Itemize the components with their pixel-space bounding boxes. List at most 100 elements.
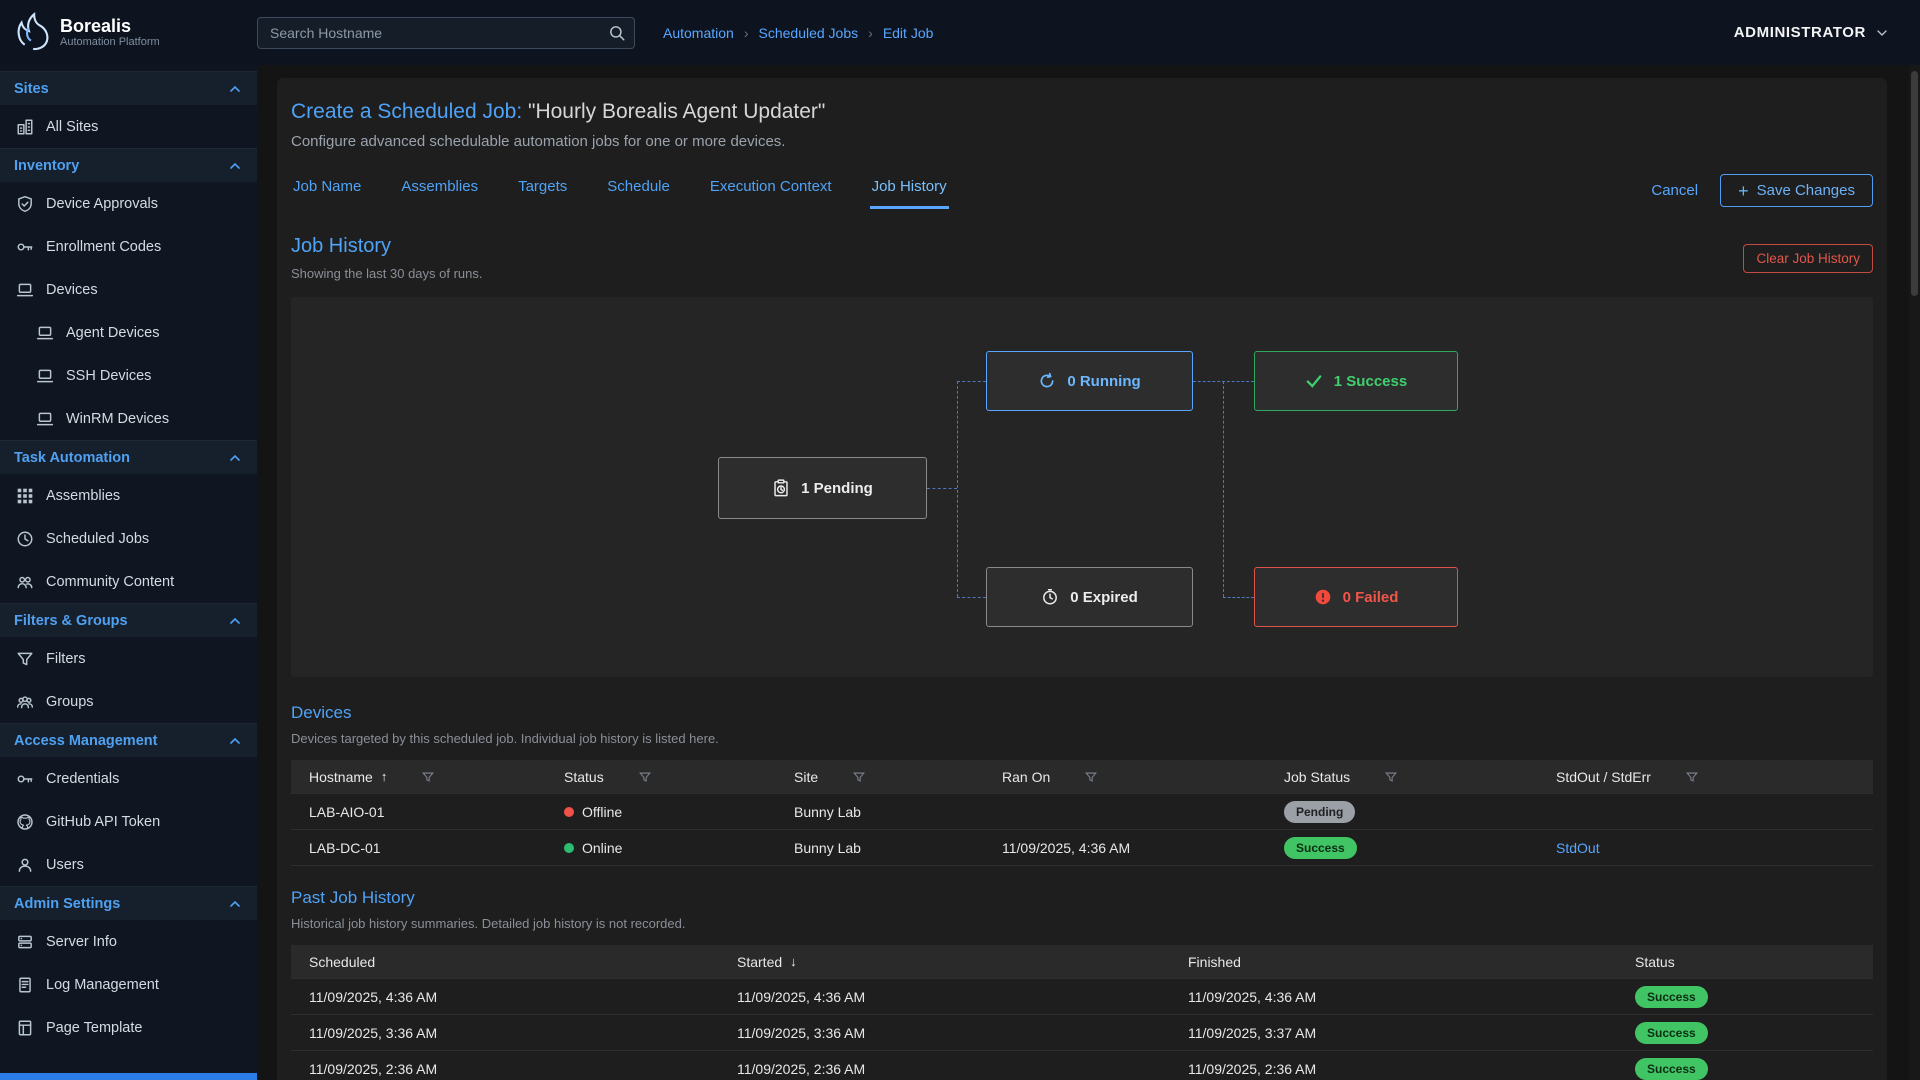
chevron-up-icon	[227, 81, 243, 97]
top-bar: Borealis Automation Platform Automation …	[0, 0, 1920, 65]
breadcrumb-scheduled-jobs[interactable]: Scheduled Jobs	[759, 25, 859, 41]
search-icon[interactable]	[608, 24, 626, 47]
failed-node-label: 0 Failed	[1343, 589, 1399, 606]
status-cell: Success	[1635, 986, 1873, 1008]
sidebar-section-filters-groups[interactable]: Filters & Groups	[0, 603, 257, 637]
page-scrollbar[interactable]	[1909, 65, 1920, 1080]
sidebar-section-task-automation[interactable]: Task Automation	[0, 440, 257, 474]
sidebar-item-label: GitHub API Token	[46, 814, 160, 830]
sidebar-item-users[interactable]: Users	[0, 843, 257, 886]
brand: Borealis Automation Platform	[0, 9, 257, 56]
sidebar-item-github-api-token[interactable]: GitHub API Token	[0, 800, 257, 843]
filter-icon[interactable]	[852, 770, 866, 784]
scheduled-cell: 11/09/2025, 4:36 AM	[291, 989, 737, 1005]
sidebar-item-filters[interactable]: Filters	[0, 637, 257, 680]
expired-node[interactable]: 0 Expired	[986, 567, 1193, 627]
failed-node[interactable]: 0 Failed	[1254, 567, 1458, 627]
sidebar-item-community-content[interactable]: Community Content	[0, 560, 257, 603]
connector	[957, 597, 986, 598]
sidebar-section-inventory[interactable]: Inventory	[0, 148, 257, 182]
sidebar-section-admin-settings[interactable]: Admin Settings	[0, 886, 257, 920]
stdout-link[interactable]: StdOut	[1556, 840, 1600, 856]
sidebar-item-ssh-devices[interactable]: SSH Devices	[0, 354, 257, 397]
sidebar-section-sites[interactable]: Sites	[0, 71, 257, 105]
col-header-stdout-stderr[interactable]: StdOut / StdErr	[1556, 769, 1873, 785]
tab-execution-context[interactable]: Execution Context	[708, 172, 834, 209]
running-node[interactable]: 0 Running	[986, 351, 1193, 411]
col-header-site[interactable]: Site	[794, 769, 1002, 785]
sidebar-item-all-sites[interactable]: All Sites	[0, 105, 257, 148]
cancel-button[interactable]: Cancel	[1651, 182, 1698, 199]
borealis-logo-icon	[10, 9, 52, 56]
filter-icon[interactable]	[1685, 770, 1699, 784]
job-history-header-row: Job History Showing the last 30 days of …	[291, 235, 1873, 281]
col-header-job-status[interactable]: Job Status	[1284, 769, 1556, 785]
user-menu[interactable]: ADMINISTRATOR	[1734, 24, 1920, 41]
table-row[interactable]: 11/09/2025, 2:36 AM 11/09/2025, 2:36 AM …	[291, 1051, 1873, 1080]
sidebar-item-log-management[interactable]: Log Management	[0, 963, 257, 1006]
log-icon	[16, 976, 34, 994]
user-icon	[16, 856, 34, 874]
sidebar-item-label: Groups	[46, 694, 94, 710]
col-header-status[interactable]: Status	[564, 769, 794, 785]
chevron-up-icon	[227, 896, 243, 912]
col-header-status[interactable]: Status	[1635, 954, 1873, 970]
sort-asc-icon[interactable]: ↑	[381, 769, 388, 784]
sidebar: Sites All Sites Inventory Device Approva…	[0, 65, 257, 1080]
sidebar-item-server-info[interactable]: Server Info	[0, 920, 257, 963]
filter-icon[interactable]	[1384, 770, 1398, 784]
sidebar-item-device-approvals[interactable]: Device Approvals	[0, 182, 257, 225]
chevron-up-icon	[227, 450, 243, 466]
sidebar-item-scheduled-jobs[interactable]: Scheduled Jobs	[0, 517, 257, 560]
devices-heading: Devices	[291, 703, 719, 723]
success-check-icon	[1305, 372, 1323, 390]
sidebar-item-credentials[interactable]: Credentials	[0, 757, 257, 800]
tab-job-name[interactable]: Job Name	[291, 172, 363, 209]
sidebar-item-page-template[interactable]: Page Template	[0, 1006, 257, 1049]
server-icon	[16, 933, 34, 951]
table-row[interactable]: 11/09/2025, 4:36 AM 11/09/2025, 4:36 AM …	[291, 979, 1873, 1015]
chevron-up-icon	[227, 733, 243, 749]
col-header-started[interactable]: Started ↓	[737, 954, 1188, 970]
plus-icon: +	[1738, 185, 1749, 197]
sort-desc-icon[interactable]: ↓	[790, 954, 797, 969]
col-header-scheduled[interactable]: Scheduled	[291, 954, 737, 970]
search-input[interactable]	[257, 17, 635, 49]
sidebar-item-groups[interactable]: Groups	[0, 680, 257, 723]
pending-node[interactable]: 1 Pending	[718, 457, 927, 519]
breadcrumb-edit-job[interactable]: Edit Job	[883, 25, 934, 41]
sidebar-item-enrollment-codes[interactable]: Enrollment Codes	[0, 225, 257, 268]
sidebar-item-devices[interactable]: Devices	[0, 268, 257, 311]
filter-icon[interactable]	[1084, 770, 1098, 784]
tab-job-history[interactable]: Job History	[870, 172, 949, 209]
sidebar-item-agent-devices[interactable]: Agent Devices	[0, 311, 257, 354]
tab-schedule[interactable]: Schedule	[605, 172, 672, 209]
table-row[interactable]: 11/09/2025, 3:36 AM 11/09/2025, 3:36 AM …	[291, 1015, 1873, 1051]
breadcrumb-automation[interactable]: Automation	[663, 25, 734, 41]
job-status-cell: Pending	[1284, 801, 1556, 823]
col-label: Job Status	[1284, 769, 1350, 785]
sidebar-item-winrm-devices[interactable]: WinRM Devices	[0, 397, 257, 440]
col-header-ran-on[interactable]: Ran On	[1002, 769, 1284, 785]
col-header-hostname[interactable]: Hostname ↑	[291, 769, 564, 785]
col-label: Hostname	[309, 769, 373, 785]
tab-targets[interactable]: Targets	[516, 172, 569, 209]
clear-job-history-button[interactable]: Clear Job History	[1743, 244, 1873, 273]
sidebar-section-access-management[interactable]: Access Management	[0, 723, 257, 757]
success-node[interactable]: 1 Success	[1254, 351, 1458, 411]
table-row[interactable]: LAB-AIO-01 Offline Bunny Lab Pending	[291, 794, 1873, 830]
save-changes-button[interactable]: + Save Changes	[1720, 174, 1873, 207]
people-icon	[16, 573, 34, 591]
status-badge: Success	[1635, 986, 1708, 1008]
col-header-finished[interactable]: Finished	[1188, 954, 1635, 970]
filter-icon[interactable]	[421, 770, 435, 784]
sidebar-item-assemblies[interactable]: Assemblies	[0, 474, 257, 517]
site-cell: Bunny Lab	[794, 840, 1002, 856]
section-label: Sites	[14, 81, 49, 97]
scrollbar-thumb[interactable]	[1911, 71, 1918, 296]
connector	[1223, 381, 1224, 597]
running-node-label: 0 Running	[1067, 373, 1140, 390]
tab-assemblies[interactable]: Assemblies	[399, 172, 480, 209]
filter-icon[interactable]	[638, 770, 652, 784]
table-row[interactable]: LAB-DC-01 Online Bunny Lab 11/09/2025, 4…	[291, 830, 1873, 866]
